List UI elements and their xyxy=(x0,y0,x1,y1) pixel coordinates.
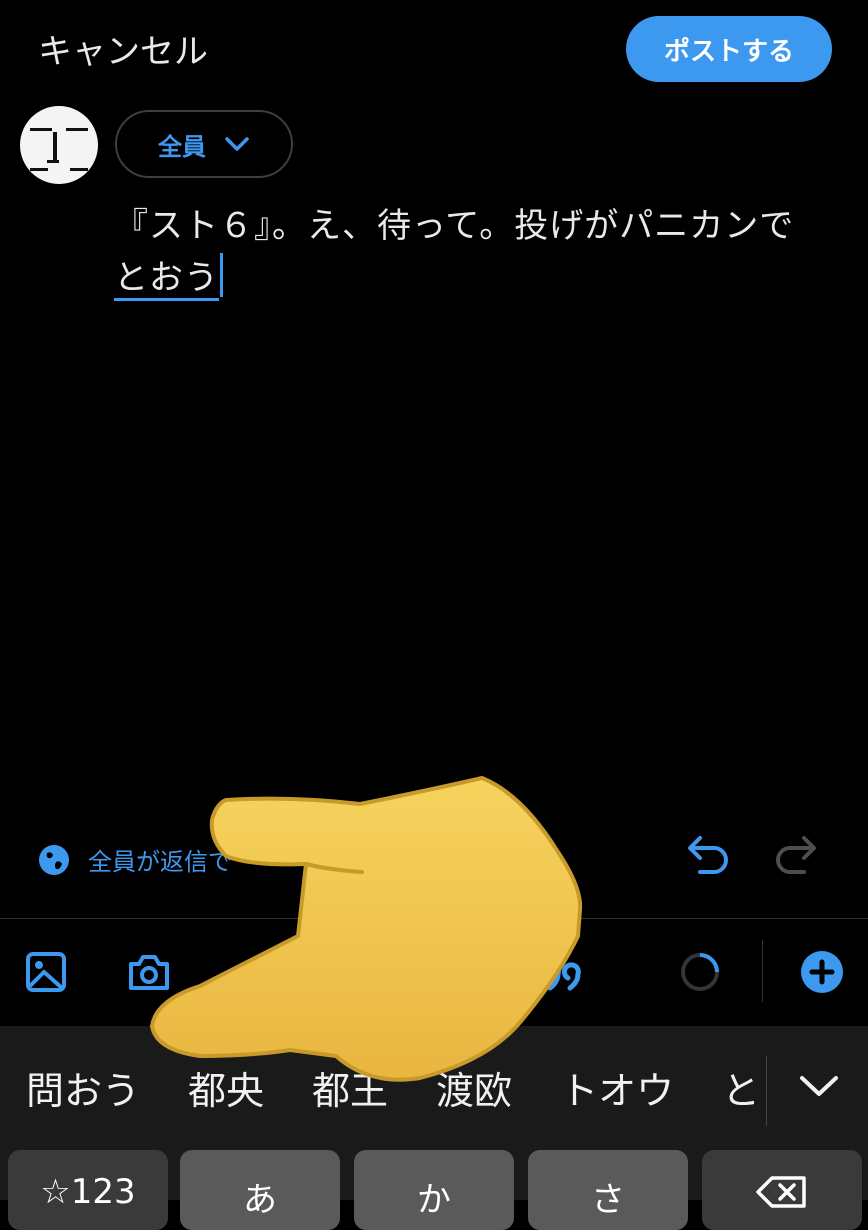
undo-icon[interactable] xyxy=(682,834,732,880)
character-count-ring-icon xyxy=(681,953,719,991)
add-post-icon[interactable] xyxy=(798,948,846,996)
candidate-item[interactable]: 問おう xyxy=(26,1060,140,1115)
reply-setting-label: 全員が返信で xyxy=(88,848,232,876)
backspace-icon xyxy=(756,1176,806,1208)
chevron-down-icon xyxy=(225,137,249,151)
text-caret xyxy=(220,253,223,297)
avatar[interactable] xyxy=(20,106,98,184)
candidate-item[interactable]: と xyxy=(722,1060,766,1115)
globe-icon xyxy=(39,844,69,875)
candidate-item[interactable]: 都央 xyxy=(188,1060,264,1115)
avatar-face-image xyxy=(30,128,88,171)
post-text-input[interactable]: 『スト６』。え、待って。投げがパニカンで とおう xyxy=(114,200,844,304)
redo-icon[interactable] xyxy=(772,834,822,880)
post-text-committed: 『スト６』。え、待って。投げがパニカンで xyxy=(114,206,795,246)
reply-setting[interactable]: 全員が返信で xyxy=(38,842,232,877)
chevron-down-icon[interactable] xyxy=(796,1066,842,1106)
key-sa[interactable]: さ xyxy=(528,1150,688,1230)
candidate-separator xyxy=(766,1056,767,1126)
candidate-bar: 問おう 都央 都王 渡欧 トオウ xyxy=(26,1060,722,1115)
key-a[interactable]: あ xyxy=(180,1150,340,1230)
camera-icon[interactable] xyxy=(125,948,173,996)
quote-icon[interactable] xyxy=(540,948,588,996)
key-numbers[interactable]: ☆123 xyxy=(8,1150,168,1230)
image-icon[interactable] xyxy=(22,948,70,996)
candidate-item[interactable]: トオウ xyxy=(560,1060,674,1115)
post-button[interactable]: ポストする xyxy=(626,16,832,82)
key-delete[interactable] xyxy=(702,1150,862,1230)
toolbar-separator xyxy=(762,940,763,1002)
key-ka[interactable]: か xyxy=(354,1150,514,1230)
audience-selector[interactable]: 全員 xyxy=(115,110,293,178)
candidate-item[interactable]: 都王 xyxy=(312,1060,388,1115)
toolbar-divider xyxy=(0,918,868,919)
audience-label: 全員 xyxy=(158,132,206,161)
cancel-button[interactable]: キャンセル xyxy=(38,24,208,73)
post-text-composing: とおう xyxy=(114,258,219,301)
candidate-item[interactable]: 渡欧 xyxy=(436,1060,512,1115)
